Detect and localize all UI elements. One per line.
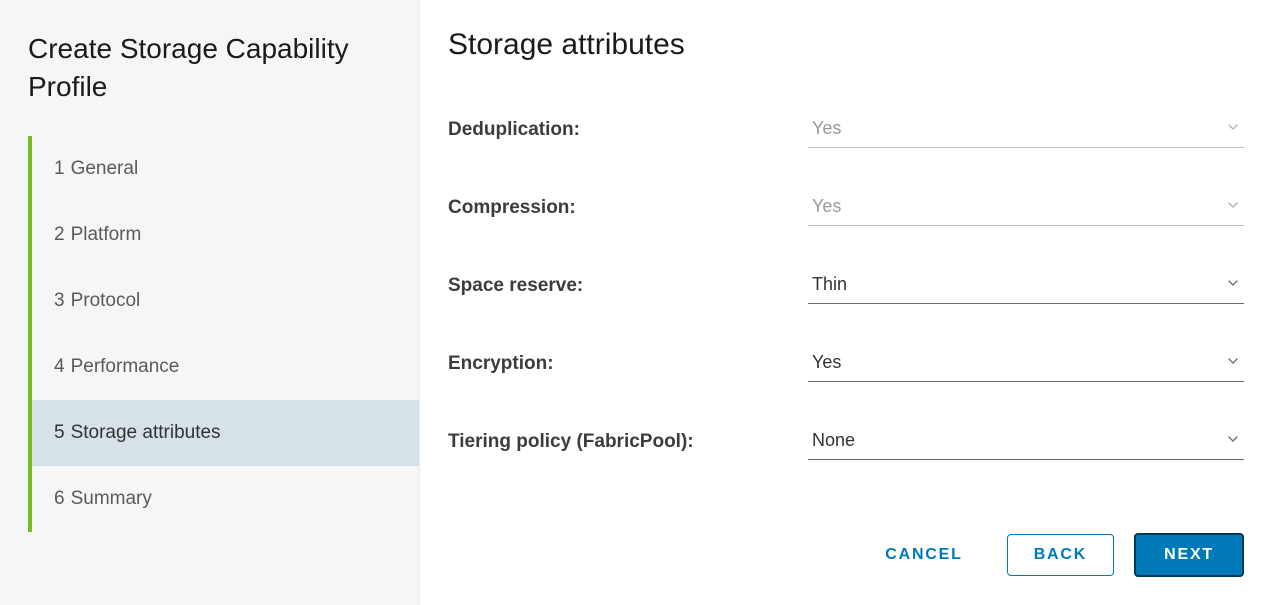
wizard-step-4[interactable]: 4 Performance	[32, 334, 419, 400]
step-num: 2	[54, 224, 65, 245]
form-row-2: Space reserve:Thin	[448, 268, 1244, 304]
select-value: Yes	[812, 118, 841, 139]
field-label: Compression:	[448, 197, 808, 219]
form-row-0: Deduplication:Yes	[448, 112, 1244, 148]
chevron-down-icon	[1226, 351, 1240, 372]
field-label: Tiering policy (FabricPool):	[448, 431, 808, 453]
step-num: 4	[54, 356, 65, 377]
step-num: 6	[54, 488, 65, 509]
step-label: Summary	[71, 488, 152, 509]
wizard-step-6[interactable]: 6 Summary	[32, 466, 419, 532]
field-select-0: Yes	[808, 112, 1244, 148]
field-select-4[interactable]: None	[808, 424, 1244, 460]
next-button[interactable]: NEXT	[1134, 533, 1244, 577]
chevron-down-icon	[1226, 117, 1240, 138]
field-label: Space reserve:	[448, 275, 808, 297]
wizard-step-2[interactable]: 2 Platform	[32, 202, 419, 268]
step-label: Protocol	[71, 290, 141, 311]
step-label: General	[71, 158, 139, 179]
wizard-sidebar: Create Storage Capability Profile 1 Gener…	[0, 0, 420, 605]
step-label: Performance	[71, 356, 180, 377]
wizard-step-5[interactable]: 5 Storage attributes	[32, 400, 419, 466]
wizard-title: Create Storage Capability Profile	[28, 30, 419, 106]
footer-actions: CANCEL BACK NEXT	[448, 523, 1244, 577]
select-value: None	[812, 430, 855, 451]
step-num: 5	[54, 422, 65, 443]
field-select-1: Yes	[808, 190, 1244, 226]
chevron-down-icon	[1226, 195, 1240, 216]
form-row-1: Compression:Yes	[448, 190, 1244, 226]
back-button[interactable]: BACK	[1007, 534, 1114, 576]
field-label: Deduplication:	[448, 119, 808, 141]
form-row-3: Encryption:Yes	[448, 346, 1244, 382]
form-rows: Deduplication:YesCompression:YesSpace re…	[448, 112, 1244, 523]
wizard-step-1[interactable]: 1 General	[32, 136, 419, 202]
step-label: Storage attributes	[71, 422, 221, 443]
form-row-4: Tiering policy (FabricPool):None	[448, 424, 1244, 460]
select-value: Yes	[812, 196, 841, 217]
cancel-button[interactable]: CANCEL	[861, 534, 986, 576]
step-label: Platform	[71, 224, 142, 245]
select-value: Thin	[812, 274, 847, 295]
page-title: Storage attributes	[448, 28, 1244, 62]
field-label: Encryption:	[448, 353, 808, 375]
main-content: Storage attributes Deduplication:YesComp…	[420, 0, 1280, 605]
wizard-steps: 1General2Platform3Protocol4Performance5S…	[28, 136, 419, 532]
chevron-down-icon	[1226, 429, 1240, 450]
field-select-3[interactable]: Yes	[808, 346, 1244, 382]
field-select-2[interactable]: Thin	[808, 268, 1244, 304]
chevron-down-icon	[1226, 273, 1240, 294]
wizard-step-3[interactable]: 3 Protocol	[32, 268, 419, 334]
step-num: 1	[54, 158, 65, 179]
step-num: 3	[54, 290, 65, 311]
select-value: Yes	[812, 352, 841, 373]
